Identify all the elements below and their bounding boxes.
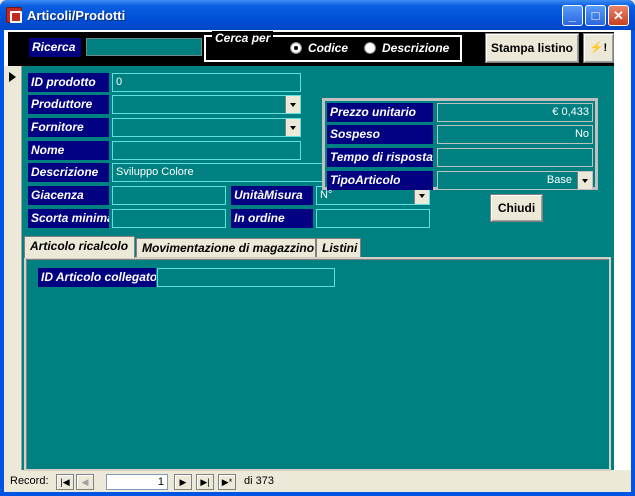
- id-prodotto-label: ID prodotto: [28, 73, 109, 92]
- current-record-input[interactable]: 1: [106, 474, 168, 490]
- first-record-icon: |◀: [60, 477, 70, 487]
- scorta-minima-field[interactable]: [112, 209, 226, 228]
- access-form-icon: [6, 7, 22, 23]
- new-record-button[interactable]: ▶*: [218, 474, 236, 490]
- record-selector[interactable]: [4, 66, 22, 470]
- id-prodotto-field[interactable]: 0: [112, 73, 301, 92]
- search-input[interactable]: [86, 38, 202, 56]
- new-record-icon: ▶*: [221, 477, 233, 487]
- giacenza-label: Giacenza: [28, 186, 109, 205]
- next-record-button[interactable]: ▶: [174, 474, 192, 490]
- fornitore-dropdown-icon[interactable]: [285, 119, 300, 136]
- descrizione-label: Descrizione: [28, 163, 109, 182]
- minimize-icon: _: [568, 8, 577, 23]
- id-articolo-collegato-label: ID Articolo collegato: [38, 268, 156, 287]
- minimize-button[interactable]: _: [562, 5, 583, 26]
- sospeso-label: Sospeso: [327, 125, 433, 144]
- last-record-button[interactable]: ▶|: [196, 474, 214, 490]
- tipo-articolo-dropdown-icon[interactable]: [577, 172, 592, 189]
- tab-strip: Articolo ricalcolo Movimentazione di mag…: [24, 236, 611, 258]
- window-title: Articoli/Prodotti: [27, 8, 126, 23]
- tipo-articolo-value: Base: [546, 174, 572, 186]
- unita-misura-value: N°: [320, 189, 333, 201]
- radio-codice-label: Codice: [308, 41, 349, 55]
- search-by-label: Cerca per: [212, 31, 274, 45]
- prezzo-unitario-label: Prezzo unitario: [327, 103, 433, 122]
- unita-misura-label: UnitàMisura: [231, 186, 313, 205]
- tab-page-articolo-ricalcolo: ID Articolo collegato: [24, 257, 611, 471]
- search-by-group: Cerca per Codice Descrizione: [204, 31, 462, 62]
- print-list-button[interactable]: Stampa listino: [485, 33, 579, 63]
- chiudi-button[interactable]: Chiudi: [490, 194, 543, 222]
- tab-listini[interactable]: Listini: [316, 238, 361, 258]
- close-window-button[interactable]: ✕: [608, 5, 629, 26]
- form-client-area: Ricerca Cerca per Codice Descrizione Sta…: [4, 30, 631, 492]
- next-record-icon: ▶: [179, 477, 187, 487]
- in-ordine-label: In ordine: [231, 209, 313, 228]
- first-record-button[interactable]: |◀: [56, 474, 74, 490]
- tempo-risposta-field[interactable]: [437, 148, 593, 167]
- maximize-button[interactable]: □: [585, 5, 606, 26]
- current-record-arrow-icon: [9, 72, 16, 82]
- radio-descrizione[interactable]: [364, 42, 376, 54]
- scorta-minima-label: Scorta minima: [28, 209, 109, 228]
- tipo-articolo-combo[interactable]: Base: [437, 171, 593, 190]
- application-window: Articoli/Prodotti _ □ ✕ Ricerca Cerca pe…: [0, 0, 635, 496]
- produttore-combo[interactable]: [112, 95, 301, 114]
- tab-movimentazione-magazzino[interactable]: Movimentazione di magazzino: [136, 238, 316, 258]
- produttore-dropdown-icon[interactable]: [285, 96, 300, 113]
- sospeso-field[interactable]: No: [437, 125, 593, 144]
- fornitore-combo[interactable]: [112, 118, 301, 137]
- tempo-risposta-label: Tempo di risposta: [327, 148, 433, 167]
- in-ordine-field[interactable]: [316, 209, 430, 228]
- previous-record-icon: ◀: [81, 477, 89, 487]
- tool-button[interactable]: ⚡!: [583, 33, 614, 63]
- tab-articolo-ricalcolo[interactable]: Articolo ricalcolo: [24, 236, 135, 258]
- record-navigation-bar: Record: |◀ ◀ 1 ▶ ▶| ▶* di 373: [4, 472, 631, 492]
- fornitore-label: Fornitore: [28, 118, 109, 137]
- close-icon: ✕: [613, 8, 624, 23]
- maximize-icon: □: [591, 8, 600, 23]
- previous-record-button[interactable]: ◀: [76, 474, 94, 490]
- last-record-icon: ▶|: [200, 477, 210, 487]
- giacenza-field[interactable]: [112, 186, 226, 205]
- prezzo-unitario-field[interactable]: € 0,433: [437, 103, 593, 122]
- search-label: Ricerca: [29, 38, 81, 57]
- nome-label: Nome: [28, 141, 109, 160]
- id-articolo-collegato-field[interactable]: [157, 268, 335, 287]
- record-total: di 373: [244, 475, 274, 487]
- wand-icon: ⚡!: [589, 42, 608, 54]
- nome-field[interactable]: [112, 141, 301, 160]
- produttore-label: Produttore: [28, 95, 109, 114]
- radio-codice[interactable]: [290, 42, 302, 54]
- price-panel: Prezzo unitario € 0,433 Sospeso No Tempo…: [322, 98, 598, 190]
- title-bar[interactable]: Articoli/Prodotti _ □ ✕: [0, 0, 635, 30]
- record-label: Record:: [10, 475, 49, 487]
- tipo-articolo-label: TipoArticolo: [327, 171, 433, 190]
- form-header: Ricerca Cerca per Codice Descrizione Sta…: [8, 31, 614, 66]
- radio-descrizione-label: Descrizione: [382, 41, 450, 55]
